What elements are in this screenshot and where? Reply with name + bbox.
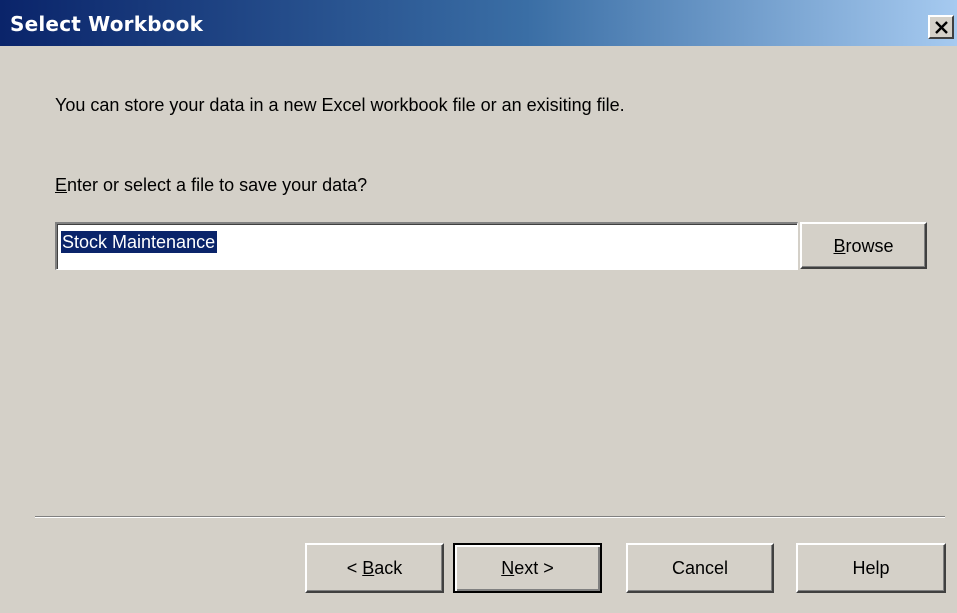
help-button-label: Help [852,558,890,578]
back-button[interactable]: < Back [305,543,444,593]
intro-text: You can store your data in a new Excel w… [55,95,625,115]
file-name-value: Stock Maintenance [61,231,218,253]
next-button[interactable]: Next > [453,543,602,593]
cancel-button-label: Cancel [671,558,729,578]
close-button[interactable] [928,15,954,39]
next-button-label: Next > [501,558,554,578]
file-prompt-label: Enter or select a file to save your data… [55,174,367,196]
select-workbook-dialog: Select Workbook You can store your data … [0,0,957,613]
browse-button-label: Browse [833,236,894,256]
close-icon [935,21,948,34]
browse-button[interactable]: Browse [800,222,927,269]
file-name-input[interactable]: Stock Maintenance [55,222,798,270]
prompt-mnemonic: E [55,175,68,195]
back-button-label: < Back [346,558,403,578]
dialog-title: Select Workbook [10,12,204,36]
cancel-button[interactable]: Cancel [626,543,774,593]
prompt-text: nter or select a file to save your data? [67,175,368,195]
title-bar[interactable]: Select Workbook [0,0,957,46]
help-button[interactable]: Help [796,543,946,593]
footer-separator [35,516,945,518]
